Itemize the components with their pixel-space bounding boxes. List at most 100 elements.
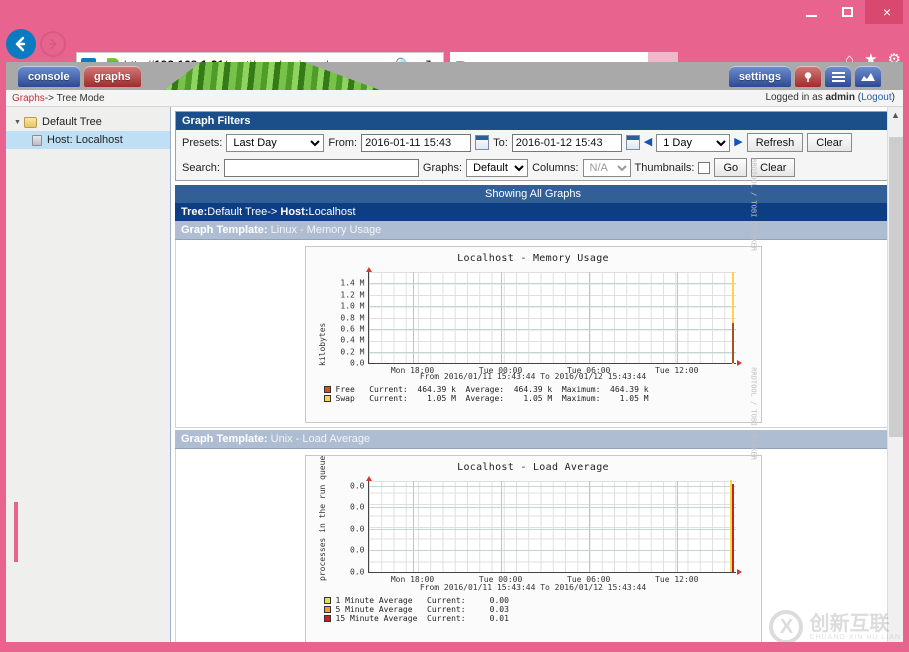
back-button[interactable] bbox=[6, 29, 36, 59]
maximize-button[interactable] bbox=[829, 0, 865, 24]
logged-in-username: admin bbox=[825, 92, 855, 103]
series-free-trace bbox=[731, 323, 734, 363]
menu-button[interactable] bbox=[825, 66, 851, 87]
tree-node-host-localhost[interactable]: Host: Localhost bbox=[6, 131, 170, 149]
graph-icon bbox=[861, 73, 875, 81]
series-15min-trace bbox=[731, 484, 734, 572]
graph-template-bar-load: Graph Template: Unix - Load Average bbox=[175, 430, 891, 449]
rrd-plot-grid-memory: 1.4 M 1.2 M 1.0 M 0.8 M 0.6 M 0.4 M 0.2 … bbox=[340, 267, 742, 375]
legend-text: Swap Current: 1.05 M Average: 1.05 M Max… bbox=[335, 394, 649, 403]
chevron-down-icon[interactable]: ▼ bbox=[14, 119, 24, 126]
search-input[interactable] bbox=[223, 158, 419, 177]
xtick-mem-0: Mon 18:00 bbox=[390, 366, 435, 375]
legend-text: 15 Minute Average Current: 0.01 bbox=[335, 614, 509, 623]
graph-template-name-1: Linux - Memory Usage bbox=[267, 224, 382, 236]
window-resize-handle[interactable] bbox=[14, 502, 18, 562]
nav-tab-console[interactable]: console bbox=[18, 66, 80, 87]
thumbnails-checkbox[interactable] bbox=[698, 161, 711, 174]
clear-button[interactable]: Clear bbox=[807, 133, 852, 152]
shift-left-icon[interactable]: ◀ bbox=[644, 137, 652, 148]
x-axis-arrow-load bbox=[736, 569, 742, 575]
legend-swatch bbox=[323, 395, 331, 402]
graph-template-name-2: Unix - Load Average bbox=[267, 433, 371, 445]
rrd-plot-area-memory: kilobytes 1.4 M 1.2 M 1.0 M 0.8 M 0.6 M … bbox=[306, 264, 761, 375]
xtick-mem-2: Tue 06:00 bbox=[567, 366, 611, 375]
logout-link[interactable]: Logout bbox=[861, 92, 892, 103]
ytick-mem-0: 1.4 M bbox=[340, 278, 365, 288]
legend-swatch bbox=[323, 606, 331, 613]
tree-node-default-tree[interactable]: ▼ Default Tree bbox=[6, 113, 170, 131]
rrd-brand-load: RRDTOOL / TOBI OETIKER bbox=[749, 367, 758, 460]
presets-select[interactable]: Last Day bbox=[226, 133, 325, 152]
calendar-icon-from[interactable] bbox=[475, 135, 490, 150]
ytick-mem-4: 0.6 M bbox=[340, 324, 365, 334]
help-button[interactable] bbox=[795, 66, 821, 87]
rrd-legend-memory: Free Current: 464.39 k Average: 464.39 k… bbox=[306, 381, 761, 407]
xtick-load-1: Tue 00:00 bbox=[478, 575, 523, 584]
graph-template-bar-memory: Graph Template: Linux - Memory Usage bbox=[175, 221, 891, 240]
page-scrollbar[interactable]: ▲ bbox=[887, 107, 903, 642]
tree-label: Tree: bbox=[181, 206, 208, 218]
close-icon: × bbox=[882, 4, 892, 20]
desktop-background-left bbox=[0, 0, 6, 652]
host-name: Localhost bbox=[308, 206, 356, 218]
xtick-load-3: Tue 12:00 bbox=[655, 575, 699, 584]
nav-tab-graphs[interactable]: graphs bbox=[84, 66, 141, 87]
shift-right-icon[interactable]: ▶ bbox=[734, 137, 742, 148]
graphs-label: Graphs: bbox=[422, 161, 463, 174]
tree-name: Default Tree-> bbox=[207, 206, 281, 218]
rrd-graph-load: Localhost - Load Average RRDTOOL / TOBI … bbox=[305, 367, 761, 642]
graphs-select[interactable]: Default bbox=[466, 158, 529, 177]
breadcrumb-graphs-link[interactable]: Graphs bbox=[12, 93, 45, 104]
scroll-up-icon[interactable]: ▲ bbox=[888, 107, 903, 123]
page-viewport: console graphs settings Graphs -> Tree M… bbox=[6, 62, 903, 642]
graph-block-load: Localhost - Load Average RRDTOOL / TOBI … bbox=[175, 367, 891, 642]
xtick-load-2: Tue 06:00 bbox=[567, 575, 611, 584]
browser-navbar: + ▼ http://192.168.1.21/cacti/graph_view… bbox=[0, 24, 909, 82]
folder-icon bbox=[24, 116, 37, 128]
login-status: Logged in as admin (Logout) bbox=[765, 92, 895, 103]
graph-card-load[interactable]: Localhost - Load Average RRDTOOL / TOBI … bbox=[304, 367, 762, 642]
showing-all-graphs-bar: Showing All Graphs bbox=[175, 185, 891, 203]
legend-row: Swap Current: 1.05 M Average: 1.05 M Max… bbox=[323, 394, 761, 403]
ytick-load-1: 0.0 bbox=[350, 502, 365, 512]
scrollbar-thumb[interactable] bbox=[889, 137, 903, 437]
graph-card-memory[interactable]: Localhost - Memory Usage RRDTOOL / TOBI … bbox=[304, 158, 762, 423]
interval-select[interactable]: 1 Day bbox=[656, 133, 731, 152]
ytick-mem-7: 0.0 bbox=[350, 358, 365, 368]
cacti-banner: console graphs settings bbox=[6, 62, 903, 90]
maximize-icon bbox=[841, 7, 853, 17]
minimize-button[interactable] bbox=[793, 0, 829, 24]
x-axis-arrow-memory bbox=[736, 360, 742, 366]
calendar-icon-to[interactable] bbox=[625, 135, 640, 150]
ytick-mem-5: 0.4 M bbox=[340, 335, 365, 345]
from-date-input[interactable] bbox=[361, 133, 472, 152]
clear-filters-button[interactable]: Clear bbox=[751, 158, 796, 177]
go-button[interactable]: Go bbox=[714, 158, 748, 177]
rrd-plot-grid-load: 0.0 0.0 0.0 0.0 0.0 Mon 18:00 Tue 00:00 … bbox=[350, 476, 742, 584]
rrd-legend-load: 1 Minute Average Current: 0.00 5 Minute A… bbox=[306, 592, 761, 627]
to-date-input[interactable] bbox=[511, 133, 622, 152]
ytick-load-3: 0.0 bbox=[350, 545, 365, 555]
browser-window: × + ▼ http://192.168.1.21/cacti/graph_vi… bbox=[0, 0, 909, 652]
desktop-background-right bbox=[903, 0, 909, 652]
graph-content-area: Graph Filters Presets: Last Day From: To… bbox=[171, 107, 903, 642]
graph-filters-row-1: Presets: Last Day From: To: ◀ bbox=[176, 130, 890, 155]
ytick-mem-2: 1.0 M bbox=[340, 301, 365, 311]
window-controls: × bbox=[793, 0, 909, 24]
graph-filters-panel: Graph Filters Presets: Last Day From: To… bbox=[175, 111, 891, 181]
legend-text: 5 Minute Average Current: 0.03 bbox=[335, 605, 509, 614]
refresh-button[interactable]: Refresh bbox=[746, 133, 804, 152]
ytick-mem-1: 1.2 M bbox=[340, 290, 365, 300]
rrd-ylabel-memory: kilobytes bbox=[317, 322, 327, 366]
graph-template-label-2: Graph Template: bbox=[181, 433, 268, 445]
rrd-title-load: Localhost - Load Average bbox=[457, 462, 609, 473]
forward-button[interactable] bbox=[40, 31, 66, 57]
columns-select[interactable]: N/A bbox=[582, 158, 631, 177]
graph-view-button[interactable] bbox=[855, 66, 881, 87]
xtick-load-0: Mon 18:00 bbox=[390, 575, 435, 584]
rrd-brand-memory: RRDTOOL / TOBI OETIKER bbox=[749, 158, 758, 251]
nav-tab-settings[interactable]: settings bbox=[728, 66, 791, 87]
tree-header-bar: Tree:Default Tree-> Host:Localhost bbox=[175, 203, 891, 221]
ytick-mem-3: 0.8 M bbox=[340, 313, 365, 322]
